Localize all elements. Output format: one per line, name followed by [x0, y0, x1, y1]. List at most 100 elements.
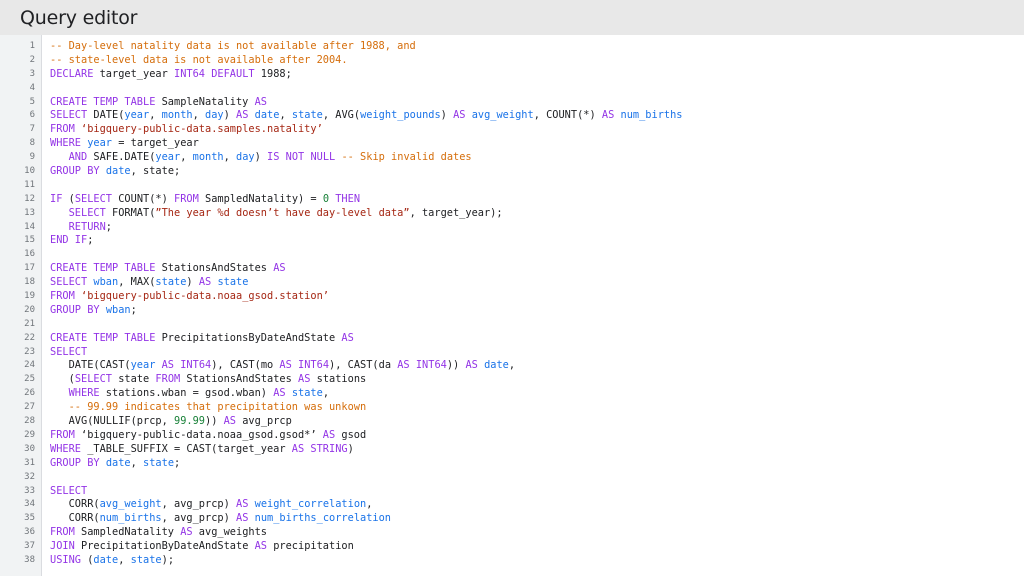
code-line[interactable]: AVG(NULLIF(prcp, 99.99)) AS avg_prcp	[50, 415, 1024, 429]
code-line[interactable]: CREATE TEMP TABLE SampleNatality AS	[50, 96, 1024, 110]
line-number: 2	[29, 54, 35, 65]
code-token: IS NOT NULL	[267, 151, 336, 164]
code-line[interactable]: FROM ‘bigquery-public-data.samples.natal…	[50, 123, 1024, 137]
code-token: ,	[279, 109, 292, 122]
code-token: ‘bigquery-public-data.noaa_gsod.gsod*’	[74, 428, 323, 441]
line-number: 3	[29, 68, 35, 79]
code-line[interactable]: -- state-level data is not available aft…	[50, 54, 1024, 68]
code-token: day	[205, 109, 224, 122]
code-line[interactable]: END IF;	[50, 234, 1024, 248]
code-token: date	[93, 553, 119, 566]
code-token: year	[87, 137, 113, 150]
code-token: ;	[105, 220, 112, 233]
code-token: SampledNatality	[74, 526, 181, 539]
code-token: stations.wban = gsod.wban)	[99, 387, 274, 400]
line-number: 27	[24, 402, 35, 413]
code-line[interactable]: SELECT wban, MAX(state) AS state	[50, 276, 1024, 290]
code-area[interactable]: -- Day-level natality data is not availa…	[42, 35, 1024, 576]
code-token: SELECT	[50, 484, 88, 497]
code-line[interactable]: IF (SELECT COUNT(*) FROM SampledNatality…	[50, 193, 1024, 207]
code-line[interactable]: FROM ‘bigquery-public-data.noaa_gsod.gso…	[50, 429, 1024, 443]
code-token: year	[124, 109, 150, 122]
code-token: RETURN	[50, 220, 106, 233]
code-token: num_births	[620, 109, 683, 122]
code-line[interactable]: GROUP BY date, state;	[50, 165, 1024, 179]
code-token: state	[130, 553, 162, 566]
code-token: FROM	[50, 123, 75, 136]
code-token: state	[291, 387, 323, 400]
line-number: 17	[24, 263, 35, 274]
code-token: ,	[322, 387, 330, 400]
line-number: 38	[24, 554, 35, 565]
code-line[interactable]: DATE(CAST(year AS INT64), CAST(mo AS INT…	[50, 359, 1024, 373]
code-token: SELECT	[50, 345, 88, 358]
line-number: 16	[24, 249, 35, 260]
code-token: AS	[397, 359, 410, 372]
code-line[interactable]	[50, 471, 1024, 485]
code-line[interactable]: CORR(num_births, avg_prcp) AS num_births…	[50, 512, 1024, 526]
code-line[interactable]: -- 99.99 indicates that precipitation wa…	[50, 401, 1024, 415]
code-line[interactable]	[50, 248, 1024, 262]
code-token: CREATE TEMP TABLE	[50, 331, 156, 344]
code-token: , MAX(	[118, 276, 156, 289]
code-token: AS	[223, 415, 237, 428]
code-editor[interactable]: 1 2 3 4 5 6 7 8 9 10 11 12 13 14 15 16 17 18 19 20 21 22 23 24 2…	[0, 35, 1024, 576]
code-line[interactable]	[50, 82, 1024, 96]
code-line[interactable]: -- Day-level natality data is not availa…	[50, 40, 1024, 54]
code-token: WHERE	[50, 442, 81, 455]
line-number: 10	[24, 166, 35, 177]
code-token: ), CAST(da	[329, 359, 398, 372]
code-token: gsod	[335, 428, 367, 441]
code-line[interactable]: CREATE TEMP TABLE PrecipitationsByDateAn…	[50, 332, 1024, 346]
code-line[interactable]: WHERE stations.wban = gsod.wban) AS stat…	[50, 387, 1024, 401]
code-token: AS	[601, 109, 615, 122]
code-line[interactable]: SELECT FORMAT(”The year %d doesn’t have …	[50, 207, 1024, 221]
code-token: INT64	[174, 67, 205, 80]
code-token: GROUP BY	[50, 456, 100, 469]
code-token: )	[440, 109, 454, 122]
code-token: GROUP BY	[50, 165, 100, 178]
code-token: year	[130, 359, 156, 372]
code-token: , state;	[130, 165, 181, 178]
code-token: -- Day-level natality data is not availa…	[50, 40, 416, 52]
code-token: date	[105, 165, 131, 178]
code-line[interactable]: SELECT DATE(year, month, day) AS date, s…	[50, 109, 1024, 123]
code-token: AS	[180, 526, 193, 539]
code-line[interactable]: (SELECT state FROM StationsAndStates AS …	[50, 373, 1024, 387]
code-line[interactable]: WHERE _TABLE_SUFFIX = CAST(target_year A…	[50, 443, 1024, 457]
code-token: AS	[236, 109, 249, 122]
code-token: ‘bigquery-public-data.samples.natality’	[74, 123, 323, 136]
code-token: weight_pounds	[360, 109, 441, 122]
code-line[interactable]: FROM ‘bigquery-public-data.noaa_gsod.sta…	[50, 290, 1024, 304]
code-token: year	[155, 151, 181, 164]
code-token: )	[186, 276, 199, 289]
code-token: (	[81, 553, 94, 566]
code-line[interactable]: SELECT	[50, 346, 1024, 360]
code-line[interactable]: CREATE TEMP TABLE StationsAndStates AS	[50, 262, 1024, 276]
code-line[interactable]: WHERE year = target_year	[50, 137, 1024, 151]
code-line[interactable]: AND SAFE.DATE(year, month, day) IS NOT N…	[50, 151, 1024, 165]
code-token: DATE(CAST(	[50, 359, 131, 372]
code-line[interactable]: SELECT	[50, 485, 1024, 499]
line-number: 29	[24, 429, 35, 440]
code-line[interactable]: JOIN PrecipitationByDateAndState AS prec…	[50, 540, 1024, 554]
code-token: ‘bigquery-public-data.noaa_gsod.station’	[74, 290, 329, 303]
code-line[interactable]: CORR(avg_weight, avg_prcp) AS weight_cor…	[50, 498, 1024, 512]
code-line[interactable]: FROM SampledNatality AS avg_weights	[50, 526, 1024, 540]
code-token: JOIN	[50, 540, 75, 553]
code-line[interactable]: RETURN;	[50, 221, 1024, 235]
code-token: AVG(NULLIF(prcp,	[50, 415, 174, 428]
code-token: -- Skip invalid dates	[335, 151, 472, 164]
code-line[interactable]: DECLARE target_year INT64 DEFAULT 1988;	[50, 68, 1024, 82]
line-number: 14	[24, 221, 35, 232]
code-line[interactable]: USING (date, state);	[50, 554, 1024, 568]
line-number: 23	[24, 346, 35, 357]
code-token: , avg_prcp)	[161, 512, 237, 525]
code-token: ,	[130, 456, 144, 469]
code-line[interactable]	[50, 318, 1024, 332]
code-line[interactable]: GROUP BY wban;	[50, 304, 1024, 318]
code-token: PrecipitationsByDateAndState	[155, 331, 342, 344]
code-line[interactable]: GROUP BY date, state;	[50, 457, 1024, 471]
code-line[interactable]	[50, 179, 1024, 193]
line-number: 19	[24, 291, 35, 302]
